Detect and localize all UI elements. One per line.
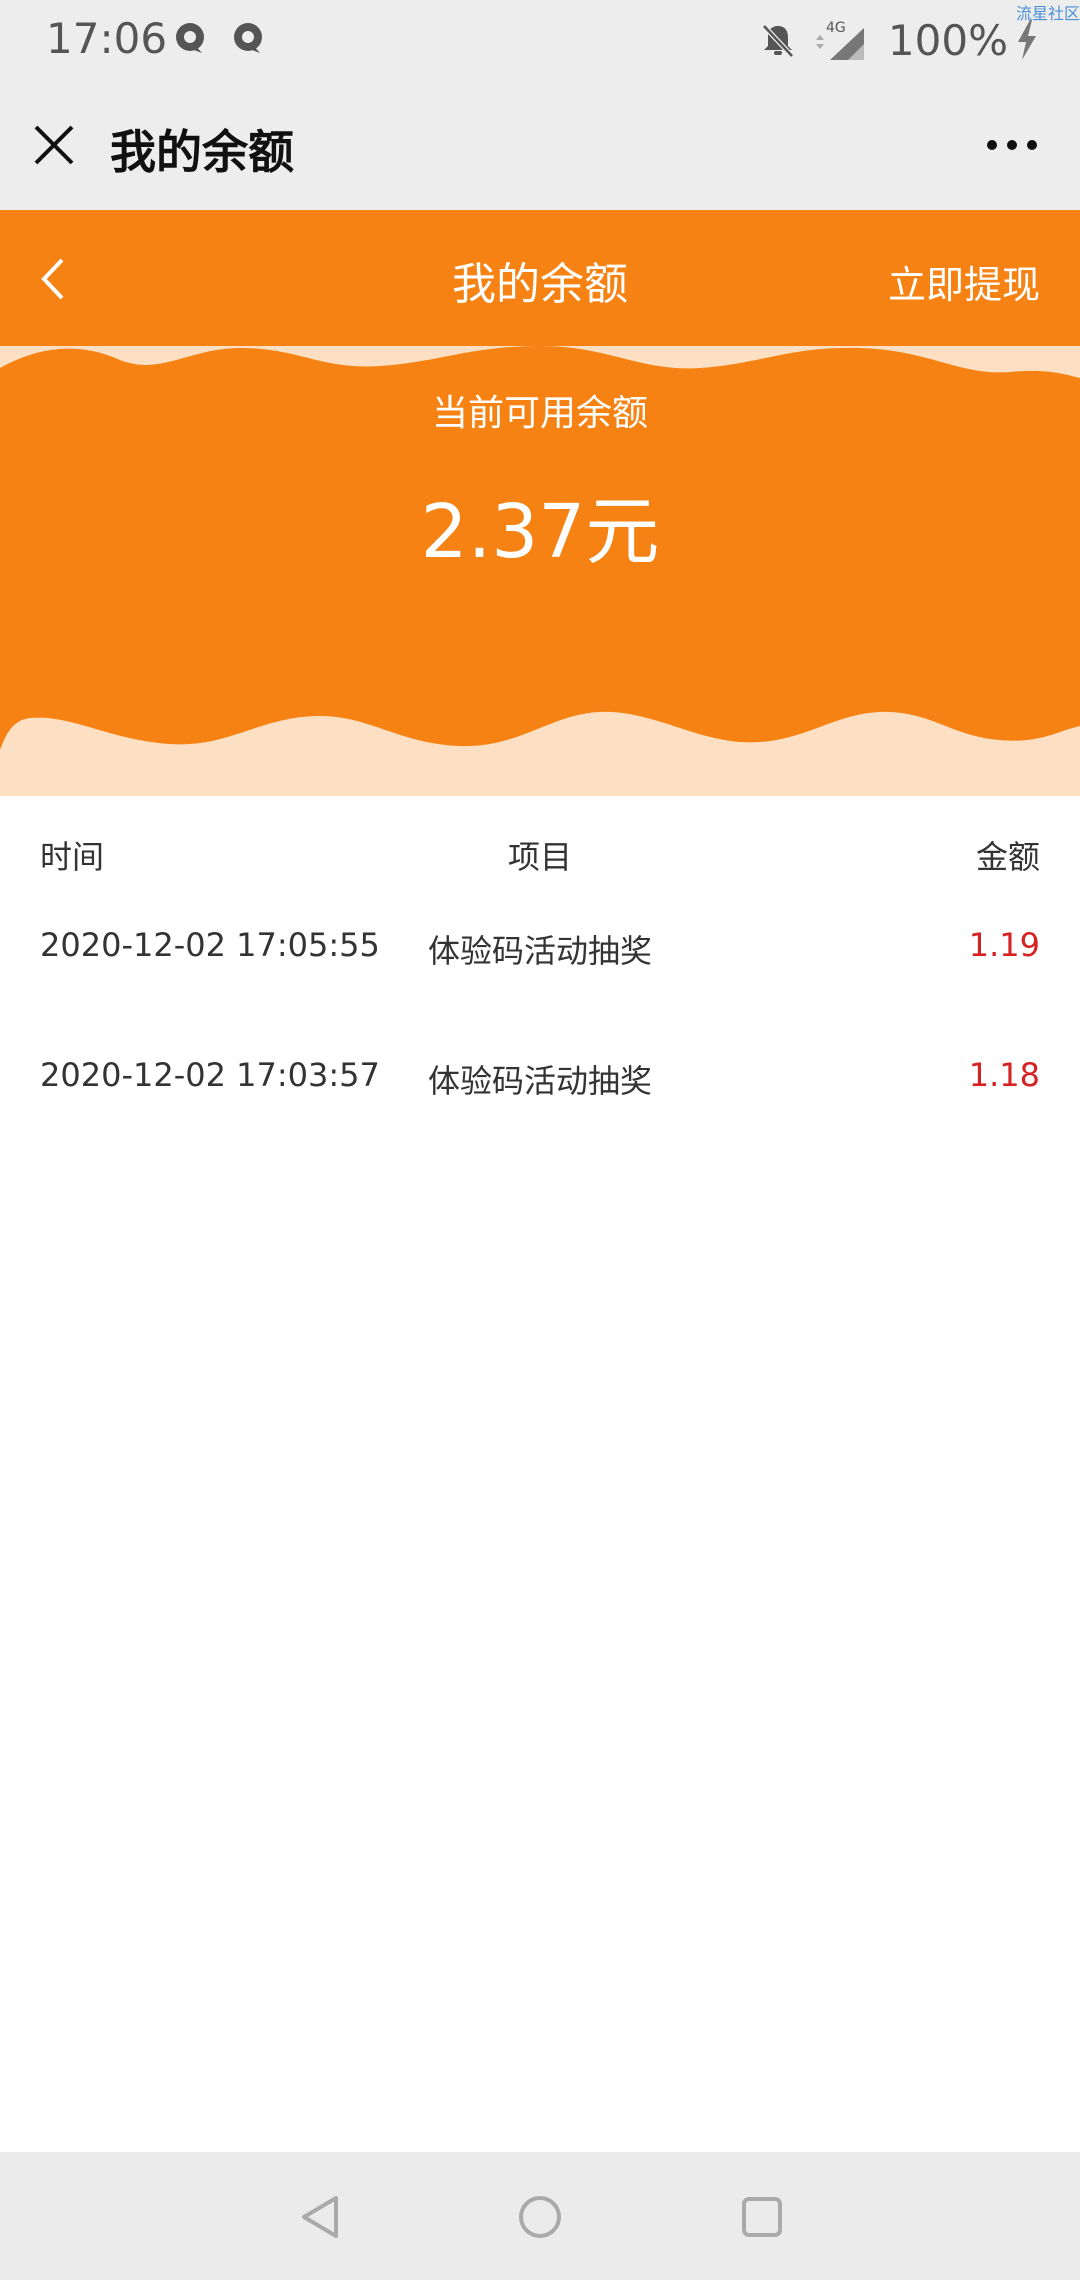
wechat-title: 我的余额	[110, 125, 294, 179]
wechat-title-bar: 我的余额	[0, 80, 1080, 210]
column-header-amount: 金额	[975, 838, 1040, 876]
qq-notification-icon	[176, 23, 204, 53]
nav-back-icon[interactable]	[296, 2192, 346, 2242]
status-bar: 17:06 4G 100% 流星社区	[0, 0, 1080, 80]
system-nav-bar	[0, 2152, 1080, 2280]
transaction-amount: 1.19	[968, 926, 1040, 964]
page-header: 我的余额 立即提现	[0, 210, 1080, 346]
signal-4g-icon: 4G	[815, 20, 864, 60]
transaction-item: 体验码活动抽奖	[427, 1062, 652, 1100]
mute-bell-icon	[762, 24, 794, 58]
transaction-item: 体验码活动抽奖	[427, 932, 652, 970]
charging-icon	[1018, 20, 1036, 60]
nav-recents-icon[interactable]	[737, 2192, 787, 2242]
balance-label: 当前可用余额	[431, 393, 648, 434]
more-options-icon[interactable]	[984, 135, 1040, 155]
watermark: 流星社区	[1015, 4, 1080, 23]
withdraw-button[interactable]: 立即提现	[888, 254, 1040, 309]
balance-banner: 当前可用余额 2.37元	[0, 346, 1080, 796]
status-time: 17:06	[46, 14, 168, 63]
transaction-amount: 1.18	[968, 1056, 1040, 1094]
nav-home-icon[interactable]	[515, 2192, 565, 2242]
close-icon[interactable]	[32, 123, 76, 167]
battery-level: 100%	[887, 15, 1008, 65]
qq-notification-icon	[234, 23, 262, 53]
balance-amount: 2.37元	[420, 489, 660, 575]
network-type-label: 4G	[826, 20, 846, 36]
column-header-item: 项目	[507, 838, 572, 876]
